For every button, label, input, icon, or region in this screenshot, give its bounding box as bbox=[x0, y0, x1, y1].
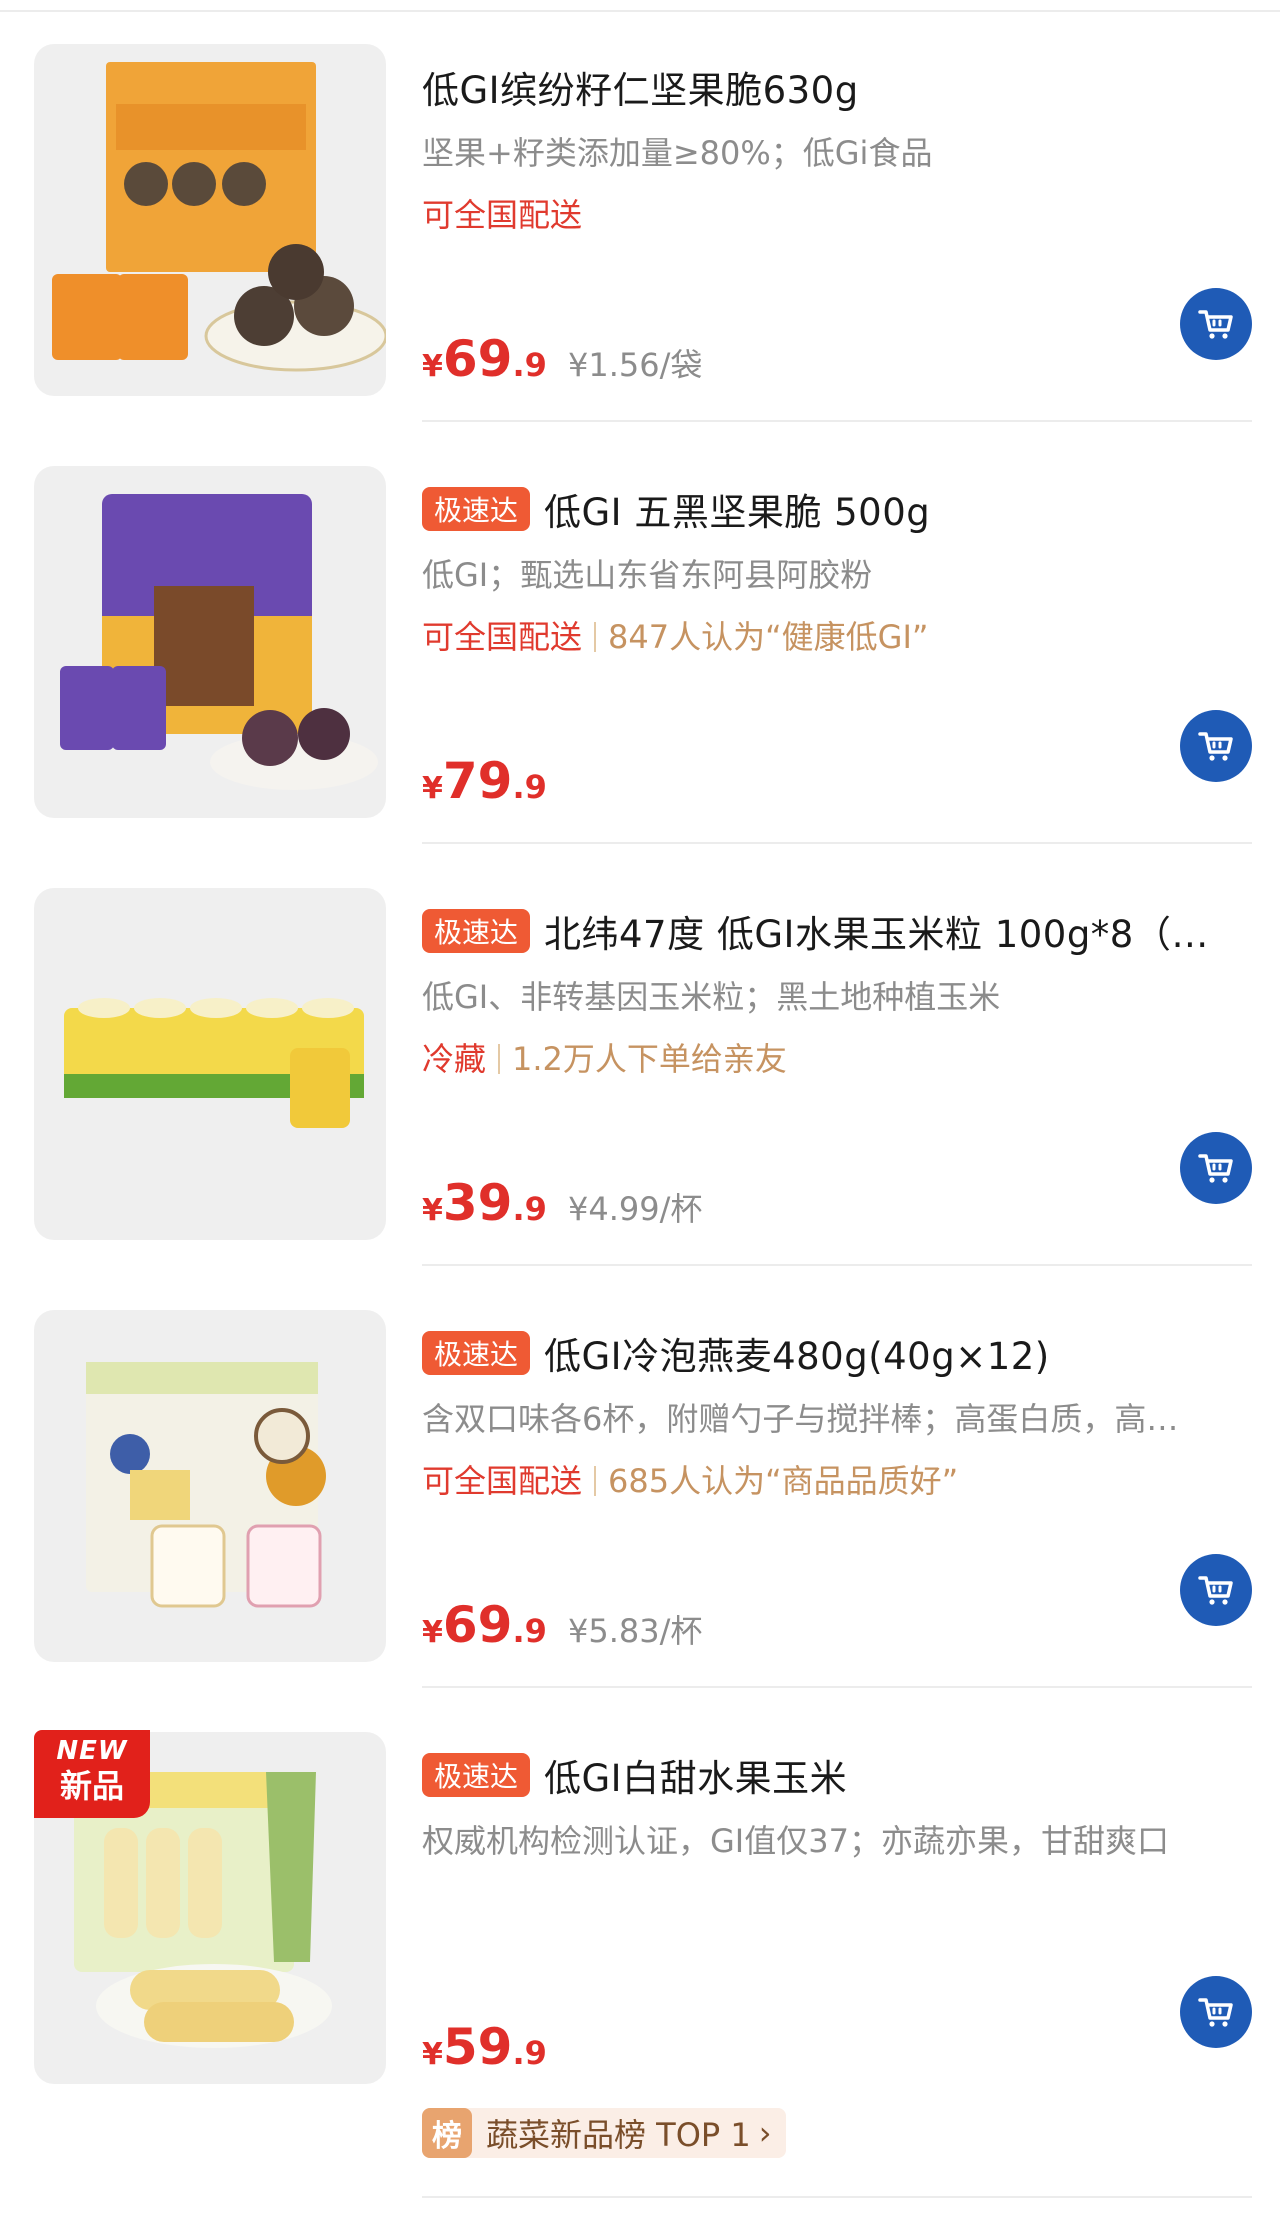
ranking-text: 蔬菜新品榜 TOP 1 bbox=[486, 2116, 751, 2154]
express-tag: 极速达 bbox=[422, 487, 531, 531]
price-row: ¥69.9 ¥1.56/袋 bbox=[422, 330, 702, 388]
product-image[interactable] bbox=[34, 888, 386, 1240]
new-badge-en: NEW bbox=[56, 1736, 128, 1766]
product-card[interactable]: 极速达 低GI 五黑坚果脆 500g 低GI；甄选山东省东阿县阿胶粉 可全国配送… bbox=[0, 422, 1280, 844]
price-decimal: .9 bbox=[512, 346, 547, 384]
delivery-label: 可全国配送 bbox=[422, 1462, 583, 1500]
add-to-cart-button[interactable] bbox=[1180, 1554, 1252, 1626]
add-to-cart-button[interactable] bbox=[1180, 288, 1252, 360]
new-badge-cn: 新品 bbox=[59, 1767, 124, 1805]
ranking-icon: 榜 bbox=[422, 2108, 472, 2158]
meta-separator bbox=[498, 1044, 501, 1074]
product-image[interactable] bbox=[34, 466, 386, 818]
price-row: ¥69.9 ¥5.83/杯 bbox=[422, 1596, 702, 1654]
express-tag: 极速达 bbox=[422, 1753, 531, 1797]
shopping-cart-icon bbox=[1198, 1154, 1233, 1183]
shopping-cart-icon bbox=[1198, 732, 1233, 761]
price-row: ¥79.9 bbox=[422, 752, 547, 810]
price-integer: 69 bbox=[442, 1596, 513, 1654]
unit-price: ¥4.99/杯 bbox=[567, 1190, 703, 1228]
product-title[interactable]: 低GI缤纷籽仁坚果脆630g bbox=[422, 60, 859, 114]
bottom-divider bbox=[422, 2196, 1252, 2198]
chevron-right-icon: › bbox=[758, 2114, 772, 2152]
product-title[interactable]: 北纬47度 低GI水果玉米粒 100g*8（… bbox=[544, 904, 1209, 958]
social-proof: 1.2万人下单给亲友 bbox=[512, 1040, 787, 1078]
price-row: ¥39.9 ¥4.99/杯 bbox=[422, 1174, 702, 1232]
social-proof: 847人认为“健康低GI” bbox=[608, 618, 929, 656]
product-image[interactable] bbox=[34, 44, 386, 396]
product-title[interactable]: 低GI冷泡燕麦480g(40g×12) bbox=[544, 1326, 1050, 1380]
product-card[interactable]: 低GI缤纷籽仁坚果脆630g 坚果+籽类添加量≥80%；低Gi食品 可全国配送 … bbox=[0, 0, 1280, 422]
product-description: 含双口味各6杯，附赠勺子与搅拌棒；高蛋白质，高… bbox=[422, 1400, 1179, 1438]
express-tag: 极速达 bbox=[422, 909, 531, 953]
product-meta: 可全国配送 685人认为“商品品质好” bbox=[422, 1456, 958, 1502]
product-description: 权威机构检测认证，GI值仅37；亦蔬亦果，甘甜爽口 bbox=[422, 1822, 1169, 1860]
price-decimal: .9 bbox=[512, 2034, 547, 2072]
product-description: 低GI、非转基因玉米粒；黑土地种植玉米 bbox=[422, 978, 1001, 1016]
product-image[interactable] bbox=[34, 1310, 386, 1662]
price-decimal: .9 bbox=[512, 768, 547, 806]
meta-separator bbox=[594, 1466, 597, 1496]
express-tag: 极速达 bbox=[422, 1331, 531, 1375]
price-currency: ¥ bbox=[422, 349, 443, 384]
product-info: 低GI缤纷籽仁坚果脆630g 坚果+籽类添加量≥80%；低Gi食品 可全国配送 … bbox=[422, 40, 1252, 400]
product-info: 极速达 北纬47度 低GI水果玉米粒 100g*8（… 低GI、非转基因玉米粒；… bbox=[422, 884, 1252, 1244]
price-integer: 69 bbox=[442, 330, 513, 388]
add-to-cart-button[interactable] bbox=[1180, 710, 1252, 782]
product-meta: 可全国配送 847人认为“健康低GI” bbox=[422, 612, 929, 658]
price-currency: ¥ bbox=[422, 771, 443, 806]
product-card[interactable]: 极速达 低GI白甜水果玉米 权威机构检测认证，GI值仅37；亦蔬亦果，甘甜爽口 … bbox=[0, 1688, 1280, 2110]
product-description: 低GI；甄选山东省东阿县阿胶粉 bbox=[422, 556, 873, 594]
delivery-label: 可全国配送 bbox=[422, 196, 583, 234]
meta-separator bbox=[594, 622, 597, 652]
shopping-cart-icon bbox=[1198, 310, 1233, 339]
title-row: 极速达 低GI冷泡燕麦480g(40g×12) bbox=[422, 1324, 1252, 1382]
unit-price: ¥5.83/杯 bbox=[567, 1612, 703, 1650]
price-decimal: .9 bbox=[512, 1612, 547, 1650]
product-info: 极速达 低GI冷泡燕麦480g(40g×12) 含双口味各6杯，附赠勺子与搅拌棒… bbox=[422, 1306, 1252, 1666]
delivery-label: 可全国配送 bbox=[422, 618, 583, 656]
product-meta: 冷藏 1.2万人下单给亲友 bbox=[422, 1034, 787, 1080]
product-description: 坚果+籽类添加量≥80%；低Gi食品 bbox=[422, 134, 933, 172]
shopping-cart-icon bbox=[1198, 1576, 1233, 1605]
new-product-badge: NEW 新品 bbox=[34, 1730, 150, 1818]
price-integer: 59 bbox=[442, 2018, 513, 2076]
social-proof: 685人认为“商品品质好” bbox=[608, 1462, 959, 1500]
product-info: 极速达 低GI 五黑坚果脆 500g 低GI；甄选山东省东阿县阿胶粉 可全国配送… bbox=[422, 462, 1252, 822]
add-to-cart-button[interactable] bbox=[1180, 1976, 1252, 2048]
product-card[interactable]: 极速达 低GI冷泡燕麦480g(40g×12) 含双口味各6杯，附赠勺子与搅拌棒… bbox=[0, 1266, 1280, 1688]
price-currency: ¥ bbox=[422, 1615, 443, 1650]
product-meta: 可全国配送 bbox=[422, 190, 582, 236]
title-row: 低GI缤纷籽仁坚果脆630g bbox=[422, 58, 1252, 116]
title-row: 极速达 北纬47度 低GI水果玉米粒 100g*8（… bbox=[422, 902, 1252, 960]
title-row: 极速达 低GI 五黑坚果脆 500g bbox=[422, 480, 1252, 538]
unit-price: ¥1.56/袋 bbox=[567, 346, 703, 384]
price-currency: ¥ bbox=[422, 1193, 443, 1228]
ranking-link[interactable]: 榜 蔬菜新品榜 TOP 1 › bbox=[422, 2108, 786, 2158]
price-currency: ¥ bbox=[422, 2037, 443, 2072]
price-decimal: .9 bbox=[512, 1190, 547, 1228]
price-row: ¥59.9 bbox=[422, 2018, 547, 2076]
title-row: 极速达 低GI白甜水果玉米 bbox=[422, 1746, 1252, 1804]
price-integer: 79 bbox=[442, 752, 513, 810]
add-to-cart-button[interactable] bbox=[1180, 1132, 1252, 1204]
product-title[interactable]: 低GI 五黑坚果脆 500g bbox=[544, 482, 930, 536]
delivery-label: 冷藏 bbox=[422, 1040, 487, 1078]
shopping-cart-icon bbox=[1198, 1998, 1233, 2027]
product-info: 极速达 低GI白甜水果玉米 权威机构检测认证，GI值仅37；亦蔬亦果，甘甜爽口 … bbox=[422, 1728, 1252, 2088]
price-integer: 39 bbox=[442, 1174, 513, 1232]
product-card[interactable]: 极速达 北纬47度 低GI水果玉米粒 100g*8（… 低GI、非转基因玉米粒；… bbox=[0, 844, 1280, 1266]
product-title[interactable]: 低GI白甜水果玉米 bbox=[544, 1748, 847, 1802]
